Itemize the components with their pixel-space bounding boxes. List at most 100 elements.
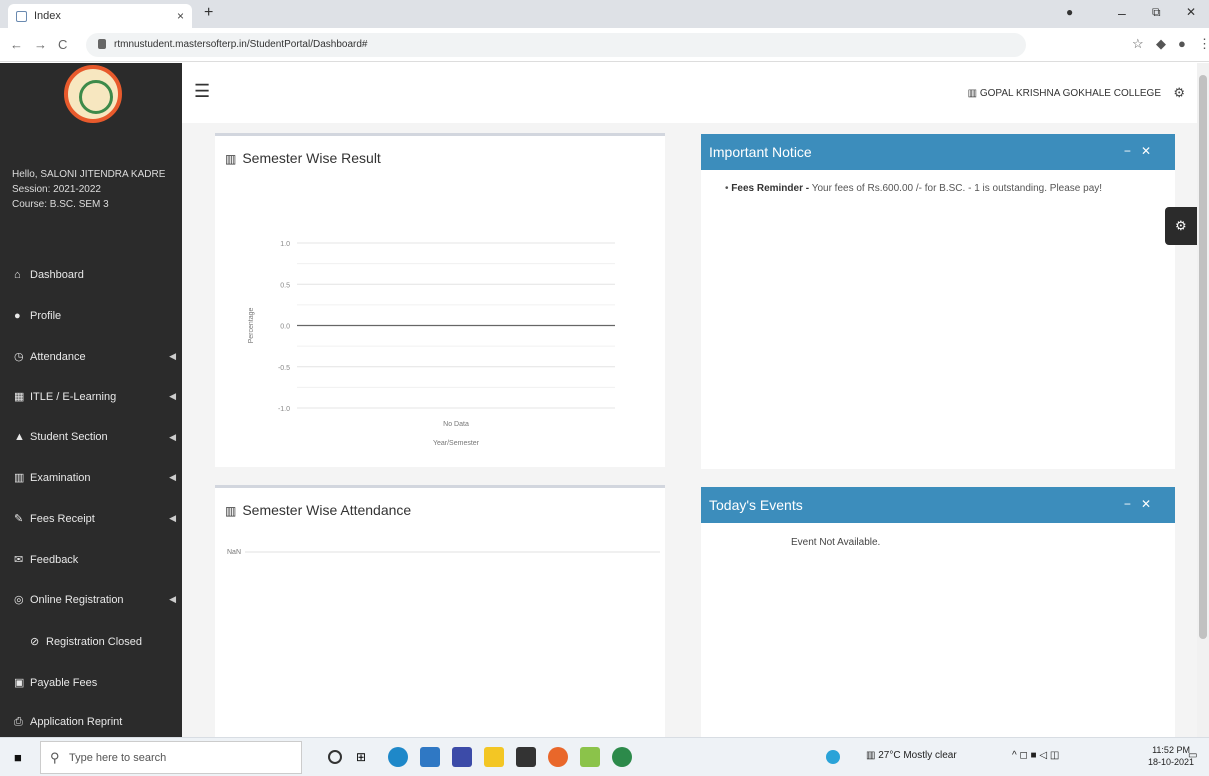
taskbar-search-input[interactable]: ⚲ Type here to search bbox=[40, 741, 302, 774]
tab-close-icon[interactable]: × bbox=[177, 9, 184, 23]
lock-icon bbox=[98, 39, 106, 49]
close-icon[interactable]: ✕ bbox=[1141, 497, 1161, 511]
browser-tab[interactable]: Index × bbox=[8, 4, 192, 28]
result-y-tick: 1.0 bbox=[280, 241, 290, 248]
windows-start-icon[interactable]: ■ bbox=[14, 750, 22, 765]
file-explorer-icon[interactable] bbox=[484, 747, 504, 767]
sidebar-item-label: Registration Closed bbox=[46, 636, 142, 648]
sidebar-item-fees-receipt[interactable]: ✎ Fees Receipt ◀ bbox=[0, 500, 182, 540]
sidebar-item-label: Payable Fees bbox=[30, 677, 98, 689]
store-icon[interactable] bbox=[420, 747, 440, 767]
search-icon: ⚲ bbox=[50, 750, 60, 765]
close-icon[interactable]: ✕ bbox=[1141, 144, 1161, 158]
account-icon[interactable]: ● bbox=[1178, 36, 1186, 51]
result-y-tick: -0.5 bbox=[278, 365, 290, 372]
restore-button[interactable]: ⧉ bbox=[1152, 5, 1161, 20]
sidebar-item-label: Examination bbox=[30, 472, 91, 484]
weather-status[interactable]: ▥ 27°C Mostly clear bbox=[866, 750, 957, 761]
attendance-y-tick: NaN bbox=[227, 549, 241, 556]
sidebar-item-itle-e-learning[interactable]: ▦ ITLE / E-Learning ◀ bbox=[0, 378, 182, 418]
notice-item: • Fees Reminder - Your fees of Rs.600.00… bbox=[725, 183, 1103, 194]
collapse-icon[interactable]: − bbox=[1124, 144, 1141, 158]
cortana-icon[interactable] bbox=[328, 750, 342, 764]
app-icon[interactable] bbox=[452, 747, 472, 767]
sidebar-item-label: Fees Receipt bbox=[30, 513, 95, 525]
chevron-left-icon: ◀ bbox=[169, 432, 176, 442]
chevron-left-icon: ◀ bbox=[169, 391, 176, 401]
semester-result-box: ▥ Semester Wise Result 1.0 0.5 0.0 -0.5 -1.0 N… bbox=[215, 133, 665, 467]
user-icon: ● bbox=[14, 310, 21, 322]
feedback-icon: ✉ bbox=[14, 554, 24, 566]
top-header: ☰ ▥ GOPAL KRISHNA GOKHALE COLLEGE ⚙ bbox=[182, 63, 1197, 123]
clock-icon: ◷ bbox=[14, 351, 24, 363]
people-icon[interactable] bbox=[826, 750, 840, 764]
chevron-left-icon: ◀ bbox=[169, 594, 176, 604]
control-sidebar-gear-icon[interactable]: ⚙ bbox=[1165, 207, 1197, 245]
extensions-icon[interactable]: ◆ bbox=[1156, 36, 1166, 52]
building-icon: ▥ bbox=[967, 88, 980, 99]
page-favicon-icon bbox=[16, 11, 27, 22]
sidebar-item-label: Profile bbox=[30, 310, 62, 322]
windows-taskbar: ■ ⚲ Type here to search ⊞ ▥ 27°C Mostly … bbox=[0, 737, 1209, 776]
close-window-button[interactable]: ✕ bbox=[1186, 5, 1196, 19]
lock-app-icon[interactable] bbox=[516, 747, 536, 767]
sidebar-item-label: Student Section bbox=[30, 431, 108, 443]
sidebar-item-attendance[interactable]: ◷ Attendance ◀ bbox=[0, 338, 182, 378]
system-tray-icons[interactable]: ^ ◻ ■ ◁ ◫ bbox=[1012, 750, 1059, 761]
sidebar-item-registration-closed[interactable]: ⊘ Registration Closed bbox=[0, 623, 182, 663]
sidebar-item-dashboard[interactable]: ⌂ Dashboard bbox=[0, 257, 182, 297]
url-text: rtmnustudent.mastersofterp.in/StudentPor… bbox=[114, 39, 368, 50]
payment-icon: ▣ bbox=[14, 677, 25, 689]
weather-icon: ▥ bbox=[866, 750, 879, 761]
home-icon: ⌂ bbox=[14, 269, 21, 281]
minimize-button[interactable]: – bbox=[1118, 5, 1126, 21]
url-input[interactable]: rtmnustudent.mastersofterp.in/StudentPor… bbox=[86, 33, 1026, 57]
profile-icon[interactable]: ● bbox=[1066, 5, 1073, 19]
notice-header: Important Notice −✕ bbox=[701, 134, 1175, 170]
bookmark-star-icon[interactable]: ☆ bbox=[1132, 36, 1144, 52]
edge-icon[interactable] bbox=[388, 747, 408, 767]
college-name: ▥ GOPAL KRISHNA GOKHALE COLLEGE bbox=[968, 88, 1161, 99]
chevron-left-icon: ◀ bbox=[169, 472, 176, 482]
task-view-icon[interactable]: ⊞ bbox=[356, 750, 376, 770]
sidebar-item-examination[interactable]: ▥ Examination ◀ bbox=[0, 459, 182, 499]
events-header: Today's Events −✕ bbox=[701, 487, 1175, 523]
semester-attendance-box: ▥ Semester Wise Attendance NaN bbox=[215, 485, 665, 737]
result-y-tick: 0.0 bbox=[280, 324, 290, 331]
hamburger-menu-icon[interactable]: ☰ bbox=[194, 81, 210, 102]
sidebar-item-label: Online Registration bbox=[30, 594, 124, 606]
office-icon[interactable] bbox=[548, 747, 568, 767]
sidebar-item-feedback[interactable]: ✉ Feedback bbox=[0, 541, 182, 581]
user-course: Course: B.SC. SEM 3 bbox=[12, 199, 109, 210]
attendance-title-text: Semester Wise Attendance bbox=[242, 502, 412, 518]
important-notice-box: Important Notice −✕ • Fees Reminder - Yo… bbox=[701, 134, 1175, 469]
settings-gear-icon[interactable]: ⚙ bbox=[1173, 85, 1185, 101]
user-info: Hello, SALONI JITENDRA KADRE Session: 20… bbox=[12, 168, 172, 213]
college-name-text: GOPAL KRISHNA GOKHALE COLLEGE bbox=[979, 88, 1161, 99]
back-button[interactable]: ← bbox=[10, 37, 23, 52]
browser-menu-icon[interactable]: ⋮ bbox=[1198, 36, 1209, 52]
user-greeting: Hello, SALONI JITENDRA KADRE bbox=[12, 169, 166, 180]
browser-tab-bar: Index × + ● – ⧉ ✕ bbox=[0, 0, 1209, 28]
notification-icon[interactable]: ▭ bbox=[1188, 750, 1197, 761]
tab-title: Index bbox=[34, 10, 61, 22]
notice-box-tools: −✕ bbox=[1124, 144, 1161, 158]
reload-button[interactable]: C bbox=[58, 37, 67, 52]
sidebar-item-student-section[interactable]: ▲ Student Section ◀ bbox=[0, 419, 182, 459]
scrollbar-thumb[interactable] bbox=[1199, 75, 1207, 639]
event-message: Event Not Available. bbox=[791, 537, 881, 548]
result-y-tick: -1.0 bbox=[278, 406, 290, 413]
attendance-chart: NaN bbox=[227, 549, 660, 556]
sidebar: Hello, SALONI JITENDRA KADRE Session: 20… bbox=[0, 63, 182, 737]
new-tab-button[interactable]: + bbox=[204, 4, 213, 22]
forward-button[interactable]: → bbox=[34, 37, 47, 52]
collapse-icon[interactable]: − bbox=[1124, 497, 1141, 511]
result-y-axis-label: Percentage bbox=[248, 307, 255, 343]
sidebar-item-label: ITLE / E-Learning bbox=[30, 391, 117, 403]
sidebar-item-label: Feedback bbox=[30, 554, 79, 566]
chrome-icon[interactable] bbox=[612, 747, 632, 767]
sidebar-item-profile[interactable]: ● Profile bbox=[0, 298, 182, 338]
sidebar-item-online-registration[interactable]: ◎ Online Registration ◀ bbox=[0, 581, 182, 621]
sidebar-item-payable-fees[interactable]: ▣ Payable Fees bbox=[0, 664, 182, 704]
pinned-app-icon[interactable] bbox=[580, 747, 600, 767]
